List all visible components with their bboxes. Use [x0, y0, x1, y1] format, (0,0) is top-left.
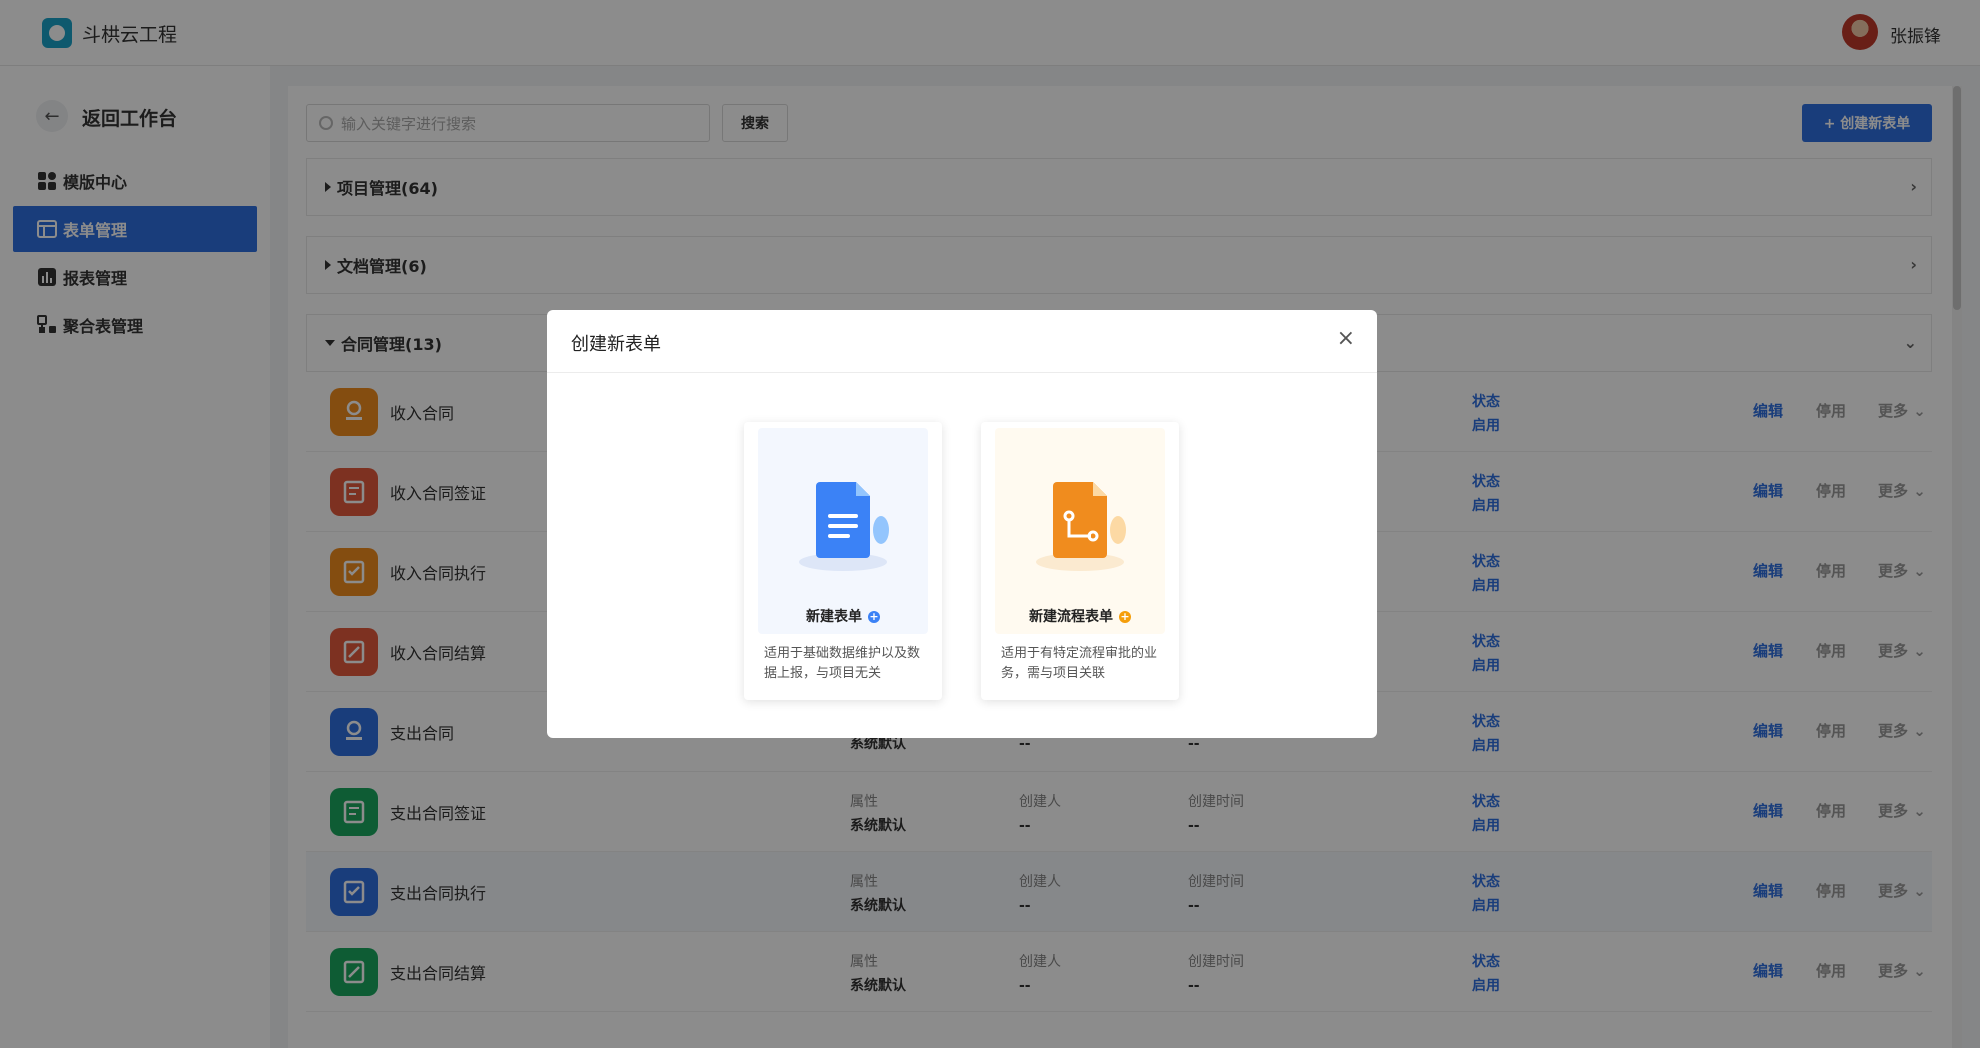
create-form-dialog: 创建新表单 × 新建表单 + 适用于基础数据维护以及数据上报，与项目无关 新建流… — [547, 310, 1377, 738]
dialog-title: 创建新表单 — [571, 334, 661, 355]
plus-circle-icon: + — [1119, 610, 1131, 623]
card-title: 新建表单 + — [806, 609, 880, 625]
card-description: 适用于基础数据维护以及数据上报，与项目无关 — [764, 646, 921, 681]
new-form-card[interactable]: 新建表单 + 适用于基础数据维护以及数据上报，与项目无关 — [744, 422, 942, 700]
card-description: 适用于有特定流程审批的业务，需与项目关联 — [1001, 646, 1158, 681]
card-illustration: 新建表单 + — [758, 428, 928, 634]
document-icon — [799, 482, 889, 571]
card-title: 新建流程表单 + — [1029, 609, 1131, 625]
dialog-divider — [547, 372, 1377, 373]
card-illustration: 新建流程表单 + — [995, 428, 1165, 634]
flow-document-icon — [1036, 482, 1126, 571]
plus-circle-icon: + — [868, 610, 880, 623]
close-icon[interactable]: × — [1337, 328, 1355, 350]
new-flow-form-card[interactable]: 新建流程表单 + 适用于有特定流程审批的业务，需与项目关联 — [981, 422, 1179, 700]
